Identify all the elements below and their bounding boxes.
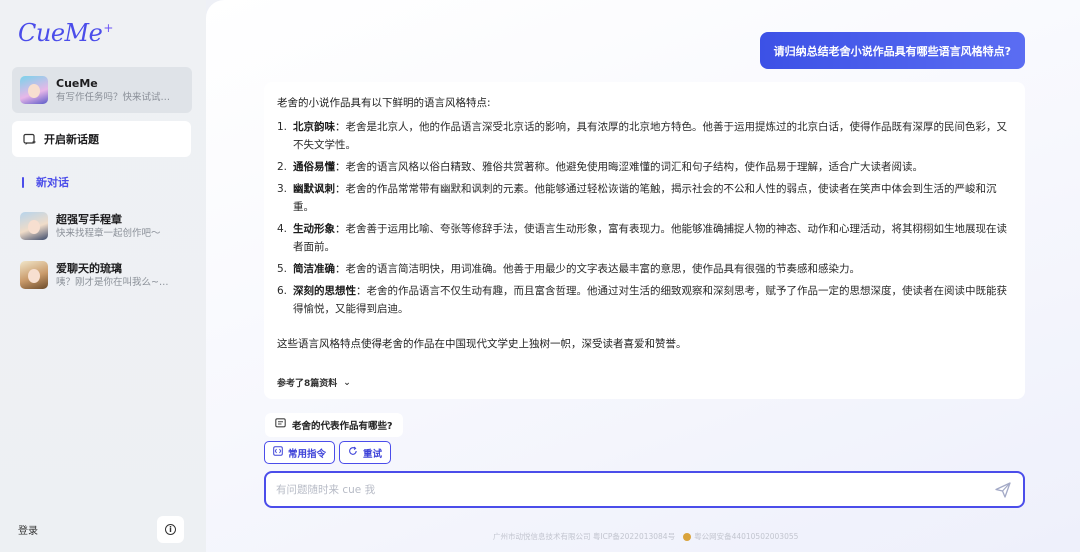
avatar xyxy=(20,261,48,289)
user-message-text: 请归纳总结老舍小说作品具有哪些语言风格特点? xyxy=(773,44,1011,58)
item-number: 2. xyxy=(277,161,288,173)
item-text: ：老舍的作品常常带有幽默和讽刺的元素。他能够通过轻松诙谐的笔触，揭示社会的不公和… xyxy=(293,183,997,213)
item-term: 通俗易懂 xyxy=(293,161,335,173)
retry-button[interactable]: 重试 xyxy=(339,441,392,464)
new-topic-button[interactable]: 开启新话题 xyxy=(12,121,191,157)
answer-list-item: 5. 简洁准确：老舍的语言简洁明快，用词准确。他善于用最少的文字表达最丰富的意思… xyxy=(277,260,1012,278)
references-toggle[interactable]: 参考了8篇资料 ⌄ xyxy=(277,376,351,390)
send-icon[interactable] xyxy=(993,480,1013,500)
conversation-item-liuli[interactable]: 爱聊天的琉璃 咦？刚才是你在叫我么~（... xyxy=(12,252,192,298)
icp-record[interactable]: 广州市动悦信息技术有限公司 粤ICP备2022013084号 xyxy=(493,531,675,542)
user-message-bubble: 请归纳总结老舍小说作品具有哪些语言风格特点? xyxy=(759,32,1025,69)
answer-list: 1. 北京韵味：老舍是北京人，他的作品语言深受北京话的影响，具有浓厚的北京地方特… xyxy=(277,118,1012,322)
new-chat-icon xyxy=(22,132,36,146)
item-number: 3. xyxy=(277,183,288,195)
answer-outro: 这些语言风格特点使得老舍的作品在中国现代文学史上独树一帜，深受读者喜爱和赞誉。 xyxy=(277,338,687,350)
item-text: ：老舍的语言简洁明快，用词准确。他善于用最少的文字表达最丰富的意思，使作品具有很… xyxy=(335,263,860,275)
item-text: ：老舍的作品语言不仅生动有趣，而且富含哲理。他通过对生活的细致观察和深刻思考，赋… xyxy=(293,285,1007,315)
chevron-down-icon: ⌄ xyxy=(343,377,351,388)
references-label: 参考了8篇资料 xyxy=(277,379,338,389)
sidebar-item-new-conversation[interactable]: 新对话 xyxy=(22,174,69,190)
refresh-icon xyxy=(348,446,358,459)
answer-intro: 老舍的小说作品具有以下鲜明的语言风格特点: xyxy=(277,97,491,109)
message-input[interactable] xyxy=(276,483,993,496)
answer-list-item: 3. 幽默讽刺：老舍的作品常常带有幽默和讽刺的元素。他能够通过轻松诙谐的笔触，揭… xyxy=(277,180,1012,216)
police-badge-icon xyxy=(683,532,692,541)
conversation-title: 超强写手程章 xyxy=(56,212,122,226)
logo-spark-icon: + xyxy=(103,21,113,35)
suggested-question-text: 老舍的代表作品有哪些? xyxy=(292,421,393,432)
conversation-item-writer[interactable]: 超强写手程章 快来找程章一起创作吧～ xyxy=(12,203,192,249)
item-text: ：老舍善于运用比喻、夸张等修辞手法，使语言生动形象，富有表现力。他能够准确捕捉人… xyxy=(293,223,1007,253)
item-term: 简洁准确 xyxy=(293,263,335,275)
message-input-box[interactable] xyxy=(264,471,1025,508)
item-number: 4. xyxy=(277,223,288,235)
conversation-item-cueme[interactable]: CueMe 有写作任务吗？快来试试我... xyxy=(12,67,192,113)
item-term: 幽默讽刺 xyxy=(293,183,335,195)
item-number: 5. xyxy=(277,263,288,275)
conversation-title: CueMe xyxy=(56,76,98,90)
avatar xyxy=(20,76,48,104)
new-topic-label: 开启新话题 xyxy=(44,133,99,146)
footer: 广州市动悦信息技术有限公司 粤ICP备2022013084号 粤公网安备4401… xyxy=(493,531,798,542)
cueme-logo[interactable]: CueMe + xyxy=(18,18,113,48)
answer-list-item: 1. 北京韵味：老舍是北京人，他的作品语言深受北京话的影响，具有浓厚的北京地方特… xyxy=(277,118,1012,154)
avatar xyxy=(20,212,48,240)
command-icon xyxy=(273,446,283,459)
common-commands-label: 常用指令 xyxy=(288,448,327,460)
answer-list-item: 6. 深刻的思想性：老舍的作品语言不仅生动有趣，而且富含哲理。他通过对生活的细致… xyxy=(277,282,1012,318)
police-record[interactable]: 粤公网安备44010502003055 xyxy=(694,531,798,542)
new-conversation-label: 新对话 xyxy=(36,176,69,189)
retry-label: 重试 xyxy=(363,448,383,460)
item-text: ：老舍的语言风格以俗白精致、雅俗共赏著称。他避免使用晦涩难懂的词汇和句子结构，使… xyxy=(335,161,923,173)
assistant-answer-card: 老舍的小说作品具有以下鲜明的语言风格特点: 1. 北京韵味：老舍是北京人，他的作… xyxy=(264,82,1025,399)
logo-text: CueMe xyxy=(18,19,103,47)
conversation-subtitle: 咦？刚才是你在叫我么~（... xyxy=(56,276,176,288)
answer-list-item: 4. 生动形象：老舍善于运用比喻、夸张等修辞手法，使语言生动形象，富有表现力。他… xyxy=(277,220,1012,256)
conversation-subtitle: 有写作任务吗？快来试试我... xyxy=(56,91,176,103)
common-commands-button[interactable]: 常用指令 xyxy=(264,441,336,464)
item-term: 北京韵味 xyxy=(293,121,335,133)
item-number: 6. xyxy=(277,285,288,297)
item-term: 深刻的思想性 xyxy=(293,285,356,297)
answer-list-item: 2. 通俗易懂：老舍的语言风格以俗白精致、雅俗共赏著称。他避免使用晦涩难懂的词汇… xyxy=(277,158,1012,176)
question-icon xyxy=(275,418,286,432)
info-icon: i xyxy=(165,524,176,535)
item-text: ：老舍是北京人，他的作品语言深受北京话的影响，具有浓厚的北京地方特色。他善于运用… xyxy=(293,121,1007,151)
suggested-question[interactable]: 老舍的代表作品有哪些? xyxy=(265,413,403,437)
item-term: 生动形象 xyxy=(293,223,335,235)
sidebar: CueMe + CueMe 有写作任务吗？快来试试我... 开启新话题 新对话 超… xyxy=(0,0,206,552)
info-button[interactable]: i xyxy=(157,516,184,543)
conversation-subtitle: 快来找程章一起创作吧～ xyxy=(56,227,161,239)
conversation-title: 爱聊天的琉璃 xyxy=(56,261,122,275)
login-link[interactable]: 登录 xyxy=(18,522,38,537)
item-number: 1. xyxy=(277,121,288,133)
active-indicator xyxy=(22,176,24,188)
